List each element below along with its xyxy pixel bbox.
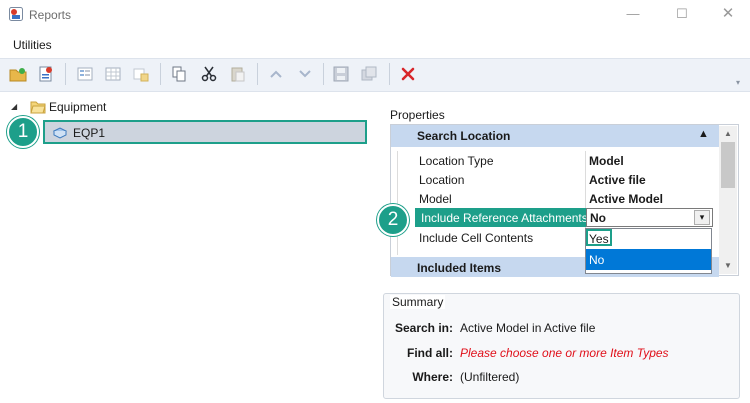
format-button[interactable] xyxy=(130,63,152,85)
chevron-down-icon[interactable]: ▾ xyxy=(694,210,710,225)
report-add-icon xyxy=(39,66,52,82)
summary-title: Summary xyxy=(390,295,446,309)
grid-label: Location Type xyxy=(419,154,494,168)
summary-find-all-label: Find all: xyxy=(407,346,453,360)
close-button[interactable]: ✕ xyxy=(714,4,742,24)
tree-item-eqp1[interactable]: EQP1 xyxy=(43,120,367,144)
dropdown-option-no: No xyxy=(589,253,605,267)
grid-value: Model xyxy=(589,154,624,168)
toolbar-separator xyxy=(160,63,161,85)
paste-button[interactable] xyxy=(227,63,249,85)
grid-label: Model xyxy=(419,192,452,206)
add-folder-button[interactable] xyxy=(7,63,29,85)
grid-label: Include Reference Attachments xyxy=(421,211,588,225)
grid-row-model[interactable]: Model Active Model xyxy=(391,189,719,208)
dropdown-list[interactable]: Yes No xyxy=(585,228,712,274)
cut-button[interactable] xyxy=(198,63,220,85)
minimize-button[interactable]: — xyxy=(619,4,647,24)
toolbar-overflow-icon[interactable]: ▾ xyxy=(736,78,740,87)
arrow-up-icon xyxy=(270,70,282,78)
toolbar-separator xyxy=(323,63,324,85)
properties-scrollbar[interactable]: ▲ ▼ xyxy=(719,126,737,274)
list-icon xyxy=(77,67,93,81)
scroll-thumb[interactable] xyxy=(721,142,735,188)
table-icon xyxy=(105,67,121,81)
dropdown-option-no-row[interactable]: No xyxy=(586,249,711,270)
callout-badge-2: 2 xyxy=(377,204,409,236)
scroll-up-icon[interactable]: ▲ xyxy=(724,129,732,138)
table-view-button[interactable] xyxy=(102,63,124,85)
combobox-value: No xyxy=(590,211,606,225)
grid-value: Active file xyxy=(589,173,646,187)
callout-badge-1: 1 xyxy=(7,116,39,148)
tree-item-label: EQP1 xyxy=(73,126,106,140)
arrow-down-icon xyxy=(299,70,311,78)
add-report-button[interactable] xyxy=(35,63,57,85)
move-up-button[interactable] xyxy=(265,63,287,85)
maximize-button[interactable]: ☐ xyxy=(668,4,696,24)
dropdown-option-yes[interactable]: Yes xyxy=(589,232,609,246)
save-all-button[interactable] xyxy=(358,63,380,85)
grid-label: Include Cell Contents xyxy=(419,231,534,245)
grid-row-location[interactable]: Location Active file xyxy=(391,170,719,189)
summary-where-value: (Unfiltered) xyxy=(460,370,520,384)
toolbar-separator xyxy=(257,63,258,85)
delete-button[interactable] xyxy=(397,63,419,85)
copy-button[interactable] xyxy=(168,63,190,85)
app-icon xyxy=(9,7,23,21)
scissors-icon xyxy=(201,66,217,82)
save-icon xyxy=(333,66,349,82)
delete-x-icon xyxy=(401,67,415,81)
properties-title: Properties xyxy=(390,108,445,122)
format-icon xyxy=(133,68,149,82)
menu-bar xyxy=(0,30,750,58)
save-all-icon xyxy=(361,66,377,81)
grid-row-location-type[interactable]: Location Type Model xyxy=(391,151,719,170)
list-view-button[interactable] xyxy=(74,63,96,85)
copy-icon xyxy=(172,66,186,82)
summary-where-label: Where: xyxy=(412,370,453,384)
save-button[interactable] xyxy=(330,63,352,85)
move-down-button[interactable] xyxy=(294,63,316,85)
reference-attachments-combobox[interactable]: No ▾ xyxy=(586,208,713,227)
grid-label: Location xyxy=(419,173,465,187)
section-search-location[interactable]: Search Location ▲ xyxy=(391,125,719,147)
summary-find-all-value: Please choose one or more Item Types xyxy=(460,346,669,360)
window-title: Reports xyxy=(29,8,72,22)
tree-expand-icon[interactable]: ◢ xyxy=(11,102,17,111)
summary-search-in-label: Search in: xyxy=(394,321,453,335)
paste-icon xyxy=(231,67,245,82)
summary-search-in-value: Active Model in Active file xyxy=(460,321,596,335)
section-title: Search Location xyxy=(417,129,511,143)
tree-item-equipment[interactable]: Equipment xyxy=(49,100,106,114)
item-type-icon xyxy=(52,127,68,139)
toolbar-separator xyxy=(389,63,390,85)
folder-add-icon xyxy=(9,68,27,82)
grid-value: Active Model xyxy=(589,192,664,206)
grid-row-include-reference[interactable]: Include Reference Attachments No ▾ xyxy=(391,208,719,227)
menu-utilities[interactable]: Utilities xyxy=(13,38,52,52)
folder-open-icon xyxy=(30,101,46,114)
collapse-chevron-icon[interactable]: ▲ xyxy=(698,128,709,140)
scroll-down-icon[interactable]: ▼ xyxy=(724,261,732,270)
section-title: Included Items xyxy=(417,261,502,275)
toolbar-separator xyxy=(65,63,66,85)
